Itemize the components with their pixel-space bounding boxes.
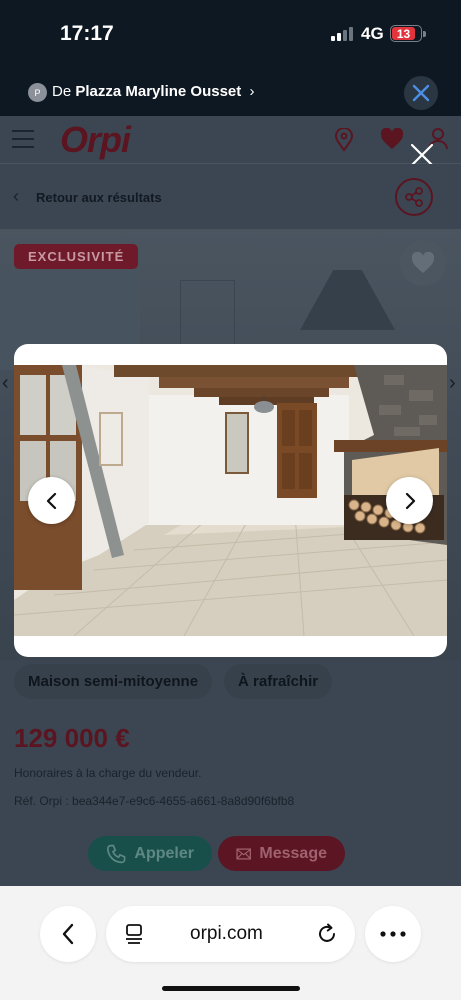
url-text[interactable]: orpi.com [190, 923, 263, 945]
site-header: Orpi [0, 116, 461, 167]
ellipsis-icon [380, 931, 406, 937]
call-button[interactable]: Appeler [88, 836, 212, 871]
chevron-right-icon [405, 492, 415, 509]
source-avatar: P [28, 83, 47, 102]
back-label[interactable]: Retour aux résultats [36, 190, 162, 205]
tag-type: Maison semi-mitoyenne [14, 664, 213, 699]
home-indicator [162, 986, 300, 991]
room-photo [14, 365, 447, 636]
message-label: Message [259, 844, 327, 862]
orpi-logo[interactable]: Orpi [60, 119, 131, 161]
close-source-button[interactable] [404, 76, 438, 110]
heart-icon[interactable] [380, 128, 404, 150]
reference: Réf. Orpi : bea344e7-e9c6-4655-a661-8a8d… [14, 794, 295, 808]
source-name: Plazza Maryline Ousset [75, 83, 242, 100]
signal-icon [331, 27, 353, 41]
photo-lightbox [14, 344, 447, 657]
chevron-left-icon [46, 492, 56, 509]
clock: 17:17 [60, 22, 114, 45]
battery-icon: 13 [390, 25, 422, 42]
mail-icon [236, 847, 251, 860]
reload-icon[interactable] [316, 923, 338, 945]
battery-tip [423, 31, 426, 37]
tag-condition: À rafraîchir [224, 664, 333, 699]
property-tags: Maison semi-mitoyenne À rafraîchir [14, 664, 333, 699]
price: 129 000 € [14, 723, 130, 753]
tab-overview-icon[interactable] [124, 923, 144, 945]
message-button[interactable]: Message [218, 836, 345, 871]
phone-icon [107, 844, 126, 863]
call-label: Appeler [134, 844, 194, 862]
battery-level: 13 [392, 27, 415, 41]
source-label[interactable]: De Plazza Maryline Ousset › [52, 83, 254, 100]
source-prefix: De [52, 83, 72, 100]
carousel-next-arrow[interactable]: › [449, 372, 456, 395]
more-options-button[interactable] [365, 906, 421, 962]
gallery-prev-button[interactable] [28, 477, 75, 524]
chevron-right-icon: › [249, 83, 255, 100]
location-pin-icon[interactable] [334, 128, 354, 152]
address-bar[interactable]: orpi.com [106, 906, 355, 962]
status-bar: 17:17 4G 13 [0, 0, 461, 70]
share-button[interactable] [395, 178, 433, 216]
hero-hood [300, 270, 395, 330]
exclusive-badge: EXCLUSIVITÉ [14, 244, 139, 269]
chevron-left-icon: ‹ [13, 186, 19, 206]
carousel-prev-arrow[interactable]: ‹ [2, 372, 9, 395]
source-bar[interactable]: P De Plazza Maryline Ousset › [0, 70, 461, 116]
gallery-next-button[interactable] [386, 477, 433, 524]
back-to-results[interactable]: ‹ Retour aux résultats [0, 164, 461, 230]
close-icon [412, 84, 430, 102]
fees-note: Honoraires à la charge du vendeur. [14, 766, 202, 780]
menu-icon[interactable] [12, 130, 34, 154]
back-arrow-icon [62, 923, 74, 945]
browser-toolbar: orpi.com [0, 886, 461, 1000]
favorite-button[interactable] [400, 240, 446, 286]
heart-outline-icon [411, 252, 435, 273]
room-photo-image [14, 365, 447, 636]
share-icon [405, 187, 423, 207]
network-type: 4G [361, 24, 384, 43]
browser-back-button[interactable] [40, 906, 96, 962]
contact-actions: Appeler Message [88, 836, 345, 871]
